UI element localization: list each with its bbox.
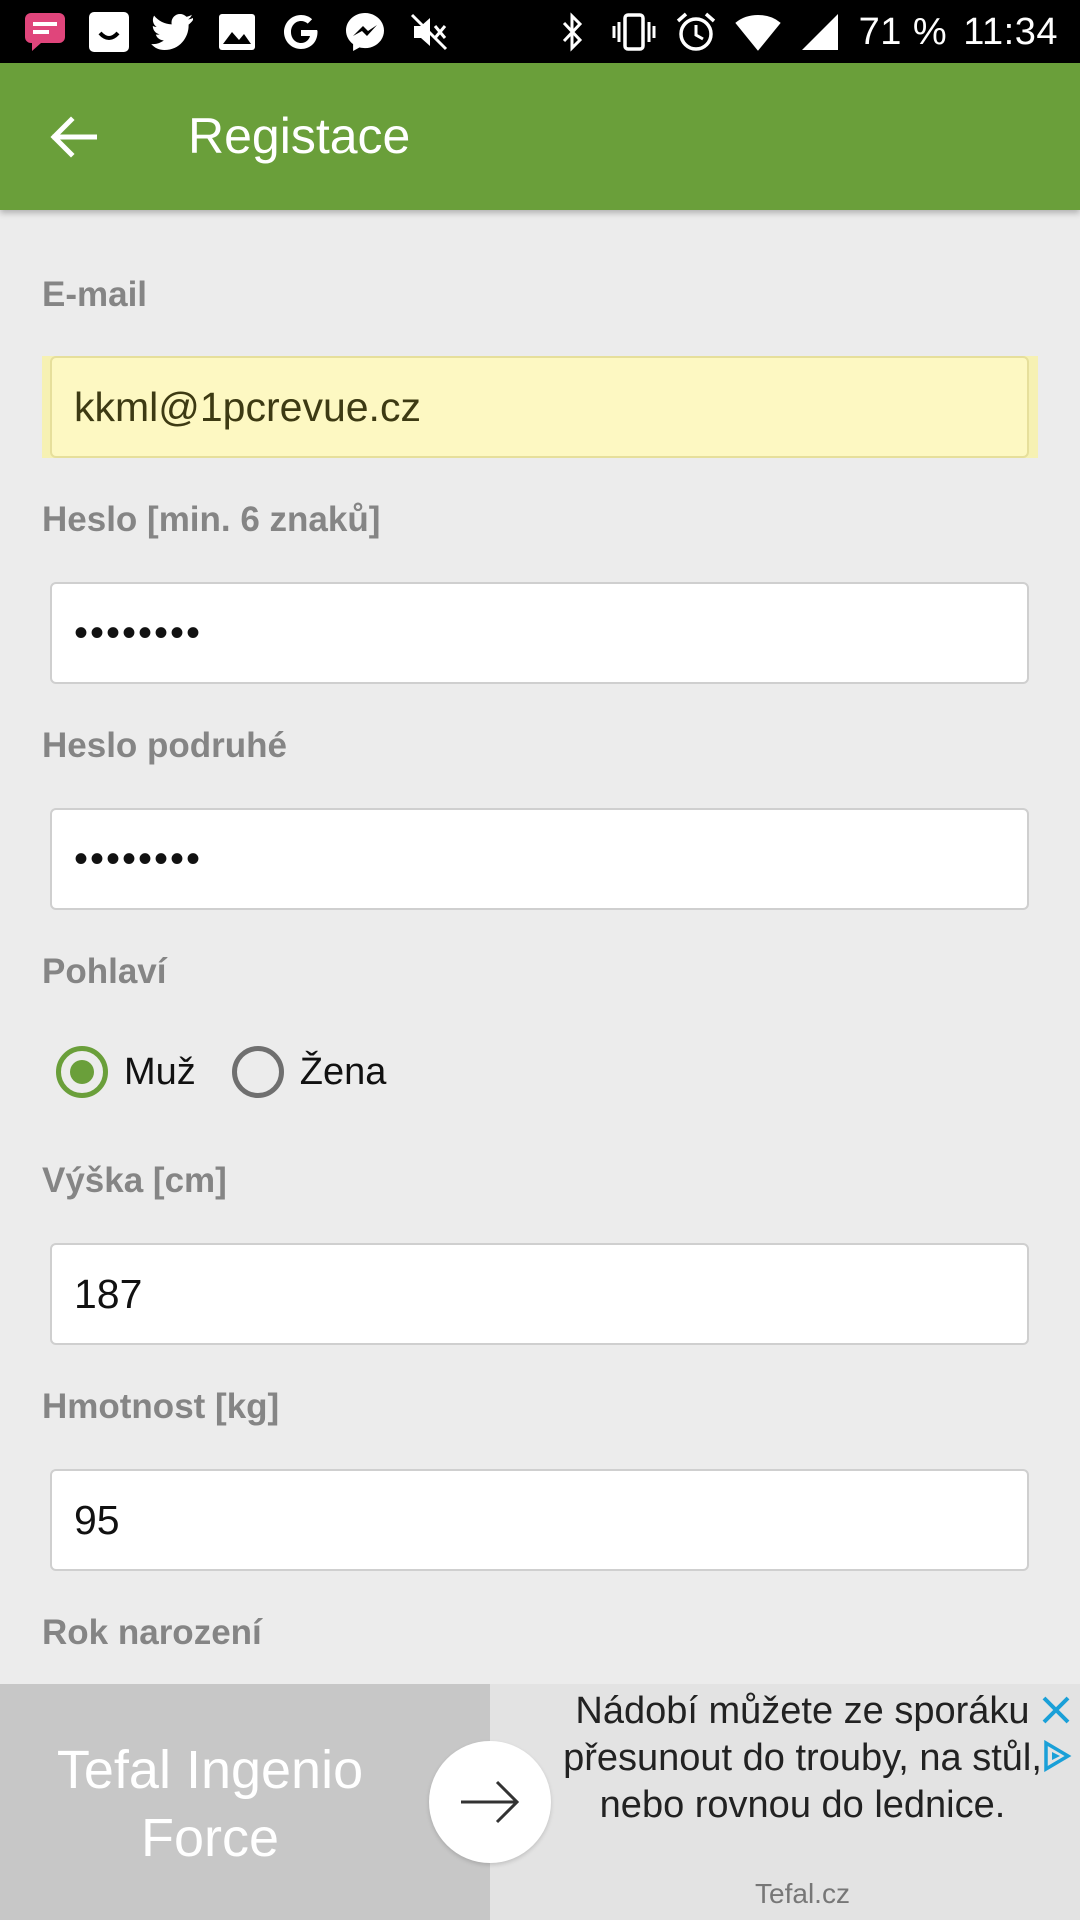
gender-option-male-label: Muž bbox=[124, 1050, 196, 1093]
back-button[interactable] bbox=[30, 103, 116, 171]
ad-domain: Tefal.cz bbox=[755, 1878, 850, 1909]
weight-label: Hmotnost [kg] bbox=[42, 1387, 280, 1426]
vibrate-icon bbox=[611, 10, 657, 54]
gender-label: Pohlaví bbox=[42, 952, 167, 991]
status-bar-system: 71 % 11:34 bbox=[549, 10, 1058, 54]
gender-option-female-label: Žena bbox=[299, 1050, 387, 1093]
ad-brand-text: Tefal Ingenio Force bbox=[56, 1740, 364, 1868]
height-field[interactable]: 187 bbox=[50, 1243, 1029, 1345]
mute-icon bbox=[406, 10, 452, 54]
ad-choices-icon bbox=[1044, 1740, 1072, 1772]
ad-banner[interactable]: Tefal Ingenio Force Nádobí můžete ze spo… bbox=[0, 1684, 1080, 1920]
messenger-icon bbox=[342, 10, 388, 54]
clock: 11:34 bbox=[963, 10, 1058, 53]
weight-field[interactable]: 95 bbox=[50, 1469, 1029, 1571]
ad-brand-panel[interactable]: Tefal Ingenio Force bbox=[0, 1684, 490, 1920]
app-bar: Registace bbox=[0, 63, 1080, 210]
battery-level: 71 % bbox=[858, 10, 948, 53]
chat-notification-icon bbox=[22, 10, 68, 54]
cell-signal-icon bbox=[797, 10, 843, 54]
page-title: Registace bbox=[188, 108, 411, 164]
email-label: E-mail bbox=[42, 275, 148, 314]
birth-year-label: Rok narození bbox=[42, 1613, 262, 1652]
gender-option-male[interactable]: Muž bbox=[56, 1046, 196, 1098]
status-bar: 71 % 11:34 bbox=[0, 0, 1080, 63]
close-icon bbox=[1042, 1696, 1070, 1724]
height-label: Výška [cm] bbox=[42, 1161, 227, 1200]
registration-form: E-mail kkml@1pcrevue.cz Heslo [min. 6 zn… bbox=[0, 210, 1080, 1684]
ad-choices-button[interactable] bbox=[1034, 1734, 1078, 1778]
arrow-right-icon bbox=[461, 1780, 520, 1824]
radio-checked-icon[interactable] bbox=[56, 1046, 108, 1098]
gallery-icon bbox=[214, 10, 260, 54]
arrow-back-icon bbox=[50, 116, 97, 158]
password-confirm-field[interactable]: •••••••• bbox=[50, 808, 1029, 910]
ad-open-button[interactable] bbox=[429, 1741, 551, 1863]
status-bar-notifications bbox=[22, 10, 452, 54]
gender-option-female[interactable]: Žena bbox=[231, 1046, 387, 1098]
gender-radio-group: Muž Žena bbox=[56, 1042, 422, 1102]
radio-unchecked-icon[interactable] bbox=[231, 1046, 284, 1098]
google-icon bbox=[278, 10, 324, 54]
ad-close-button[interactable] bbox=[1034, 1688, 1078, 1732]
app-notification-icon bbox=[86, 10, 132, 54]
wifi-icon bbox=[734, 10, 781, 54]
password-confirm-label: Heslo podruhé bbox=[42, 726, 288, 765]
ad-description: Nádobí můžete ze sporáku přesunout do tr… bbox=[563, 1690, 1042, 1826]
email-field[interactable]: kkml@1pcrevue.cz bbox=[50, 356, 1029, 458]
bluetooth-icon bbox=[549, 10, 595, 54]
password-field[interactable]: •••••••• bbox=[50, 582, 1029, 684]
alarm-icon bbox=[673, 10, 719, 54]
twitter-icon bbox=[150, 10, 196, 54]
password-label: Heslo [min. 6 znaků] bbox=[42, 500, 381, 539]
